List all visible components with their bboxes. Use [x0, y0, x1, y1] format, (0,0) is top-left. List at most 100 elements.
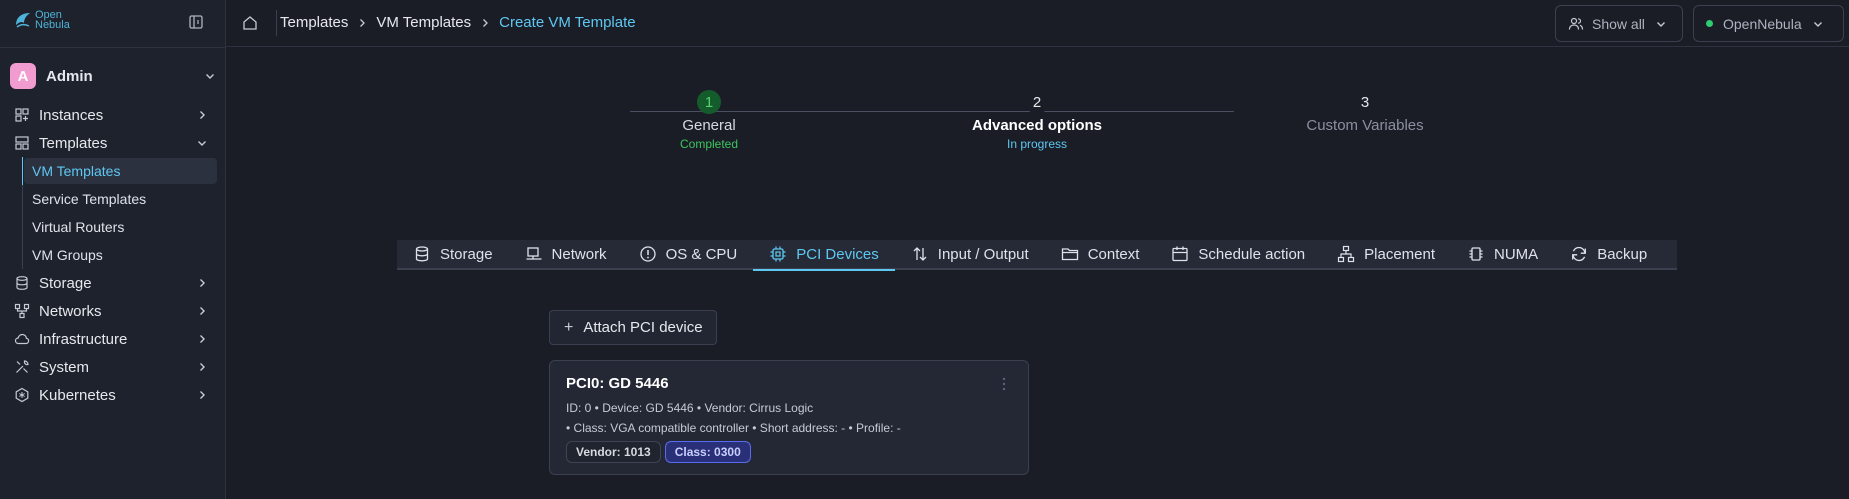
class-chip: Class: 0300 — [664, 441, 751, 463]
sidebar-collapse-icon[interactable] — [188, 14, 204, 30]
sidebar-subitem-virtual-routers[interactable]: Virtual Routers — [0, 213, 226, 241]
sidebar-item-networks[interactable]: Networks — [0, 297, 226, 325]
status-dot — [1706, 20, 1713, 27]
step-advanced-options[interactable]: 2 Advanced options In progress — [947, 90, 1127, 151]
user-name: Admin — [46, 67, 93, 85]
step-status: In progress — [1006, 137, 1068, 151]
step-number: 1 — [697, 90, 721, 114]
opennebula-logo[interactable]: Open Nebula — [14, 10, 70, 31]
arrows-updown-icon — [913, 247, 927, 261]
chevron-right-icon — [200, 111, 205, 119]
sidebar-item-label: Kubernetes — [39, 386, 116, 404]
tab-label: Context — [1087, 245, 1140, 263]
templates-icon — [15, 136, 29, 150]
hierarchy-icon — [1338, 245, 1355, 263]
pci-device-meta: • Class: VGA compatible controller • Sho… — [566, 421, 901, 435]
folder-icon — [1061, 248, 1078, 261]
tab-label: Backup — [1597, 245, 1648, 263]
database-icon — [415, 246, 429, 262]
step-custom-variables[interactable]: 3 Custom Variables — [1275, 90, 1455, 134]
tab-numa[interactable]: NUMA — [1451, 239, 1554, 269]
advanced-options-tabs: Storage Network OS & CPU PCI Devices Inp… — [397, 239, 1677, 271]
sidebar-subitem-vm-templates[interactable]: VM Templates — [0, 157, 226, 185]
chevron-right-icon — [483, 18, 489, 27]
chevron-down-icon — [1813, 21, 1822, 27]
logo-line2: Nebula — [35, 19, 70, 31]
sidebar-item-kubernetes[interactable]: Kubernetes — [0, 381, 226, 409]
instances-icon — [15, 108, 29, 122]
info-circle-icon — [639, 246, 656, 262]
breadcrumb: Templates VM Templates Create VM Templat… — [280, 14, 636, 31]
top-bar: Templates VM Templates Create VM Templat… — [226, 0, 1849, 47]
zone-dropdown[interactable]: OpenNebula — [1693, 5, 1844, 42]
tab-context[interactable]: Context — [1045, 239, 1156, 269]
sidebar-item-label: Networks — [39, 302, 102, 320]
sidebar-item-label: Storage — [39, 274, 92, 292]
sidebar-subitem-vm-groups[interactable]: VM Groups — [0, 241, 226, 269]
sidebar-subitem-label: Service Templates — [32, 191, 147, 207]
tab-label: NUMA — [1494, 245, 1539, 263]
more-options-icon[interactable] — [1002, 377, 1006, 391]
breadcrumb-current: Create VM Template — [499, 14, 636, 31]
plus-icon: + — [564, 318, 574, 336]
cpu-icon — [1469, 247, 1483, 261]
sidebar-item-instances[interactable]: Instances — [0, 101, 226, 129]
sidebar-item-infrastructure[interactable]: Infrastructure — [0, 325, 226, 353]
sidebar-item-label: System — [39, 358, 90, 376]
network-icon — [14, 303, 30, 319]
sidebar-subitem-label: VM Groups — [32, 247, 103, 263]
breadcrumb-item[interactable]: Templates — [280, 14, 348, 31]
user-menu[interactable]: A Admin — [10, 62, 216, 90]
chevron-right-icon — [200, 335, 205, 343]
pci-device-meta: ID: 0 • Device: GD 5446 • Vendor: Cirrus… — [566, 401, 814, 415]
logo-row: Open Nebula — [14, 10, 214, 36]
tab-network[interactable]: Network — [509, 239, 623, 269]
step-status: Completed — [679, 137, 739, 151]
sidebar-divider — [0, 47, 226, 48]
tab-input-output[interactable]: Input / Output — [895, 239, 1045, 269]
tools-icon — [16, 360, 29, 373]
chevron-down-icon — [206, 74, 214, 79]
chevron-down-icon — [1656, 21, 1665, 27]
opennebula-logo-icon — [16, 13, 30, 28]
sidebar-item-system[interactable]: System — [0, 353, 226, 381]
tab-label: PCI Devices — [796, 245, 879, 263]
tab-label: Input / Output — [937, 245, 1029, 263]
tab-label: Schedule action — [1198, 245, 1306, 263]
vendor-chip: Vendor: 1013 — [566, 441, 661, 463]
tab-os-cpu[interactable]: OS & CPU — [623, 239, 754, 269]
attach-pci-device-button[interactable]: + Attach PCI device — [549, 310, 717, 345]
sidebar-item-storage[interactable]: Storage — [0, 269, 226, 297]
sidebar-item-label: Templates — [39, 134, 108, 152]
tab-label: Network — [551, 245, 607, 263]
avatar: A — [10, 63, 36, 89]
pci-device-card: PCI0: GD 5446 ID: 0 • Device: GD 5446 • … — [549, 360, 1029, 475]
step-title: General — [682, 117, 736, 134]
tab-pci-devices[interactable]: PCI Devices — [753, 239, 895, 271]
monitor-icon — [526, 247, 542, 260]
tab-backup[interactable]: Backup — [1554, 239, 1663, 269]
tab-storage[interactable]: Storage — [397, 239, 509, 269]
tab-label: Placement — [1364, 245, 1436, 263]
step-title: Advanced options — [971, 117, 1102, 134]
tab-label: Storage — [440, 245, 493, 263]
step-number: 3 — [1353, 90, 1377, 114]
stepper: 1 General Completed 2 Advanced options I… — [226, 90, 1849, 170]
sidebar-subitem-service-templates[interactable]: Service Templates — [0, 185, 226, 213]
database-icon — [16, 276, 28, 290]
sidebar-subitem-label: VM Templates — [32, 163, 121, 179]
attach-pci-device-label: Attach PCI device — [583, 319, 703, 336]
breadcrumb-item[interactable]: VM Templates — [376, 14, 471, 31]
users-icon — [1568, 17, 1584, 30]
tab-placement[interactable]: Placement — [1321, 239, 1451, 269]
chevron-right-icon — [200, 279, 205, 287]
sidebar-item-templates[interactable]: Templates — [0, 129, 226, 157]
sidebar-item-label: Infrastructure — [39, 330, 128, 348]
step-general[interactable]: 1 General Completed — [619, 90, 799, 151]
home-icon[interactable] — [242, 15, 258, 31]
show-all-label: Show all — [1592, 15, 1645, 32]
chevron-right-icon — [200, 391, 205, 399]
tab-schedule-action[interactable]: Schedule action — [1155, 239, 1321, 269]
show-all-dropdown[interactable]: Show all — [1555, 5, 1683, 42]
step-title: Custom Variables — [1306, 117, 1424, 134]
